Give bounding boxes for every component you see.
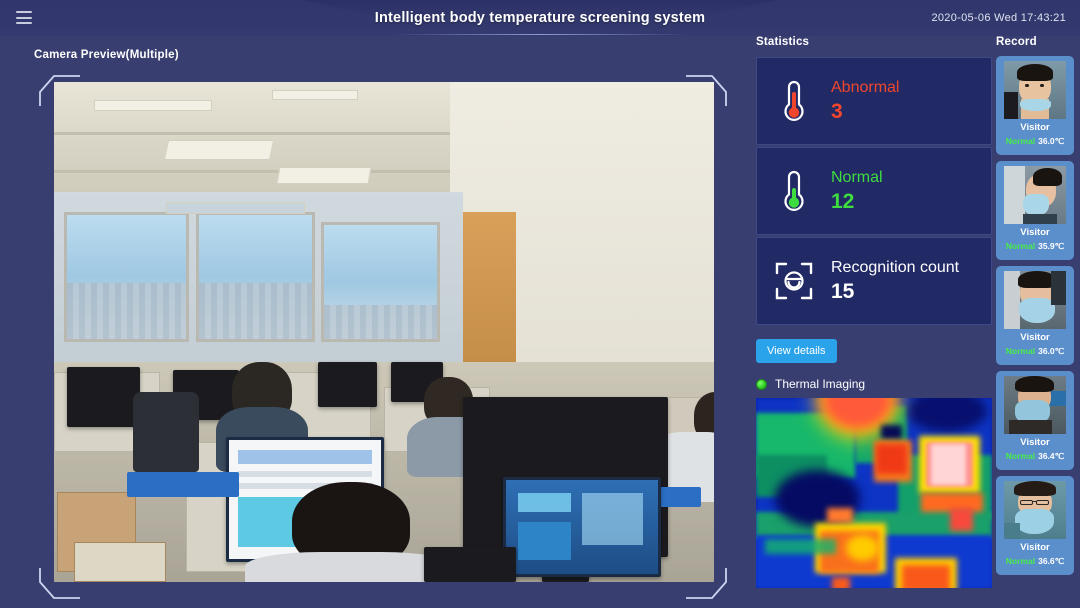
record-face-photo (1004, 376, 1066, 434)
thermal-imaging-label: Thermal Imaging (775, 377, 866, 391)
record-person-name: Visitor (1020, 227, 1050, 238)
thermometer-green-icon (757, 169, 831, 213)
stat-card-abnormal[interactable]: Abnormal 3 (756, 57, 992, 145)
camera-preview-frame[interactable] (38, 72, 728, 602)
record-status-badge: Normal (1005, 136, 1036, 146)
record-status-badge: Normal (1005, 556, 1036, 566)
stat-abnormal-text: Abnormal 3 (831, 77, 991, 125)
thermal-imaging-view[interactable] (756, 398, 992, 588)
record-meta: Normal 36.0℃ (1000, 345, 1070, 357)
title-underline (390, 34, 690, 35)
record-temperature: 36.4℃ (1038, 451, 1065, 461)
record-person-name: Visitor (1020, 437, 1050, 448)
statistics-section: Statistics Abnormal 3 Normal 12 Recognit… (756, 36, 992, 608)
record-face-photo (1004, 61, 1066, 119)
stat-normal-text: Normal 12 (831, 167, 991, 215)
camera-live-feed[interactable] (54, 82, 714, 582)
office-scene-image (54, 82, 714, 582)
stat-recognition-text: Recognition count 15 (831, 257, 991, 305)
stat-abnormal-value: 3 (831, 100, 843, 123)
record-temperature: 36.6℃ (1038, 556, 1065, 566)
stat-card-recognition-count[interactable]: Recognition count 15 (756, 237, 992, 325)
record-section: Record Visitor Normal 36.0℃ Visitor Norm… (996, 36, 1080, 608)
stat-normal-label: Normal (831, 169, 883, 186)
header-datetime: 2020-05-06 Wed 17:43:21 (931, 12, 1066, 24)
thermometer-red-icon (757, 79, 831, 123)
record-card[interactable]: Visitor Normal 36.0℃ (996, 266, 1074, 365)
thermal-imaging-header: Thermal Imaging (756, 377, 992, 391)
stat-recognition-label: Recognition count (831, 259, 960, 276)
record-face-photo (1004, 166, 1066, 224)
record-person-name: Visitor (1020, 332, 1050, 343)
record-meta: Normal 36.4℃ (1000, 450, 1070, 462)
face-recognition-icon (757, 262, 831, 300)
record-meta: Normal 35.9℃ (1000, 240, 1070, 252)
stat-normal-value: 12 (831, 190, 855, 213)
record-status-badge: Normal (1005, 241, 1036, 251)
record-status-badge: Normal (1005, 346, 1036, 356)
record-card[interactable]: Visitor Normal 36.4℃ (996, 371, 1074, 470)
page-title: Intelligent body temperature screening s… (374, 10, 706, 26)
record-temperature: 36.0℃ (1038, 136, 1065, 146)
record-person-name: Visitor (1020, 542, 1050, 553)
record-person-name: Visitor (1020, 122, 1050, 133)
view-details-button[interactable]: View details (756, 339, 837, 363)
record-face-photo (1004, 271, 1066, 329)
record-card[interactable]: Visitor Normal 36.0℃ (996, 56, 1074, 155)
camera-preview-section: Camera Preview(Multiple) (0, 36, 748, 608)
stat-abnormal-label: Abnormal (831, 79, 900, 96)
record-face-photo (1004, 481, 1066, 539)
app-header: Intelligent body temperature screening s… (0, 0, 1080, 36)
record-card[interactable]: Visitor Normal 35.9℃ (996, 161, 1074, 260)
record-temperature: 35.9℃ (1038, 241, 1065, 251)
stat-card-normal[interactable]: Normal 12 (756, 147, 992, 235)
record-meta: Normal 36.0℃ (1000, 135, 1070, 147)
record-list[interactable]: Visitor Normal 36.0℃ Visitor Normal 35.9℃ (996, 56, 1080, 596)
record-temperature: 36.0℃ (1038, 346, 1065, 356)
record-card[interactable]: Visitor Normal 36.6℃ (996, 476, 1074, 575)
stat-recognition-value: 15 (831, 280, 855, 303)
camera-preview-label: Camera Preview(Multiple) (34, 49, 179, 61)
statistics-title: Statistics (756, 36, 810, 48)
record-meta: Normal 36.6℃ (1000, 555, 1070, 567)
record-status-badge: Normal (1005, 451, 1036, 461)
record-title: Record (996, 36, 1037, 48)
status-dot-green-icon (756, 378, 767, 390)
